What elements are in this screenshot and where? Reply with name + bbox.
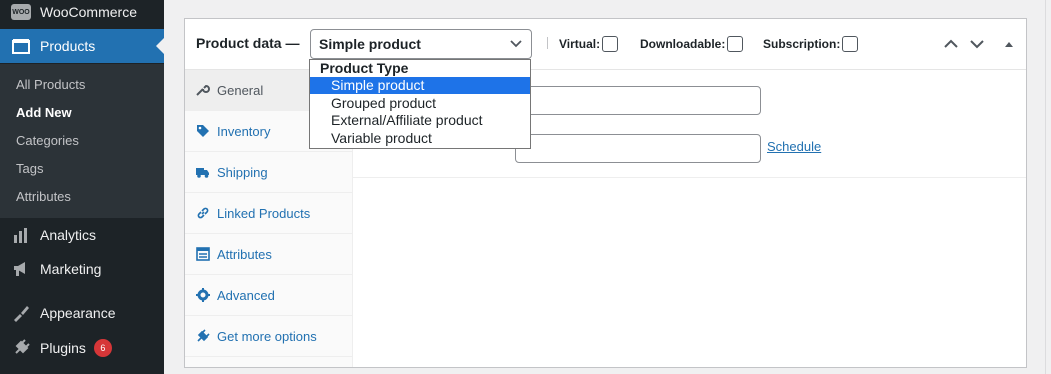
menu-item-label: Products <box>40 38 96 54</box>
tab-advanced[interactable]: Advanced <box>185 275 353 316</box>
link-icon <box>196 206 210 220</box>
tab-label: Attributes <box>217 246 272 262</box>
move-down-button[interactable] <box>968 35 986 53</box>
tab-shipping[interactable]: Shipping <box>185 152 353 193</box>
option-simple-product[interactable]: Simple product <box>310 77 530 94</box>
dropdown-group-label: Product Type <box>320 60 409 76</box>
tab-get-more-options[interactable]: Get more options <box>185 316 353 357</box>
admin-menu: WOO WooCommerce Products All Products Ad… <box>0 0 164 374</box>
menu-item-label: WooCommerce <box>40 4 137 20</box>
submenu-tags[interactable]: Tags <box>16 161 43 176</box>
submenu-all-products[interactable]: All Products <box>16 77 85 92</box>
right-edge-panel <box>1045 0 1051 374</box>
subscription-label: Subscription: <box>763 37 841 51</box>
move-up-button[interactable] <box>942 35 960 53</box>
tab-label: Advanced <box>217 287 275 303</box>
menu-item-label: Plugins <box>40 340 86 356</box>
menu-item-products[interactable]: Products <box>0 29 164 63</box>
menu-item-appearance[interactable]: Appearance <box>0 296 164 330</box>
downloadable-option: Downloadable: <box>640 36 744 52</box>
product-type-dropdown-list: Product Type Simple product Grouped prod… <box>309 59 531 149</box>
header-separator <box>547 37 548 49</box>
megaphone-icon <box>11 259 31 279</box>
plugins-update-badge: 6 <box>93 339 112 357</box>
tab-label: General <box>217 82 264 98</box>
tab-attributes[interactable]: Attributes <box>185 234 353 275</box>
submenu-categories[interactable]: Categories <box>16 133 79 148</box>
tab-label: Shipping <box>217 164 268 180</box>
sale-price-input[interactable] <box>515 134 761 163</box>
plug-icon <box>11 338 31 358</box>
tag-icon <box>196 124 210 138</box>
option-variable-product[interactable]: Variable product <box>310 130 530 147</box>
product-data-title: Product data — <box>196 35 300 51</box>
option-grouped-product[interactable]: Grouped product <box>310 95 530 112</box>
chevron-down-icon <box>509 36 523 50</box>
menu-item-label: Analytics <box>40 227 97 243</box>
virtual-label: Virtual: <box>559 37 601 51</box>
tab-linked-products[interactable]: Linked Products <box>185 193 353 234</box>
tab-label: Linked Products <box>217 205 311 221</box>
toggle-panel-button[interactable] <box>1000 35 1018 53</box>
submenu-add-new[interactable]: Add New <box>16 105 72 120</box>
list-table-icon <box>196 247 210 261</box>
product-type-select[interactable]: Simple product <box>310 29 532 59</box>
schedule-link[interactable]: Schedule <box>767 139 821 154</box>
downloadable-checkbox[interactable] <box>727 36 744 52</box>
menu-item-marketing[interactable]: Marketing <box>0 252 164 286</box>
menu-item-label: Marketing <box>40 261 102 277</box>
option-external-affiliate-product[interactable]: External/Affiliate product <box>310 112 530 129</box>
woocommerce-icon: WOO <box>11 2 31 22</box>
submenu-attributes[interactable]: Attributes <box>16 189 71 204</box>
regular-price-input[interactable] <box>515 86 761 115</box>
truck-icon <box>196 165 210 179</box>
products-submenu: All Products Add New Categories Tags Att… <box>0 64 164 218</box>
product-type-value: Simple product <box>319 36 421 52</box>
menu-item-analytics[interactable]: Analytics <box>0 218 164 252</box>
products-icon <box>11 36 31 56</box>
plug-icon <box>196 329 210 343</box>
subscription-checkbox[interactable] <box>842 36 859 52</box>
menu-item-label: Appearance <box>40 305 116 321</box>
tab-label: Get more options <box>217 328 317 344</box>
menu-item-plugins[interactable]: Plugins 6 <box>0 331 164 365</box>
gear-icon <box>196 288 210 302</box>
tab-label: Inventory <box>217 123 271 139</box>
subscription-option: Subscription: <box>763 36 859 52</box>
menu-item-woocommerce[interactable]: WOO WooCommerce <box>0 0 164 29</box>
wrench-icon <box>196 83 210 97</box>
bar-chart-icon <box>11 225 31 245</box>
virtual-option: Virtual: <box>559 36 619 52</box>
virtual-checkbox[interactable] <box>602 36 619 52</box>
downloadable-label: Downloadable: <box>640 37 726 51</box>
paintbrush-icon <box>11 303 31 323</box>
